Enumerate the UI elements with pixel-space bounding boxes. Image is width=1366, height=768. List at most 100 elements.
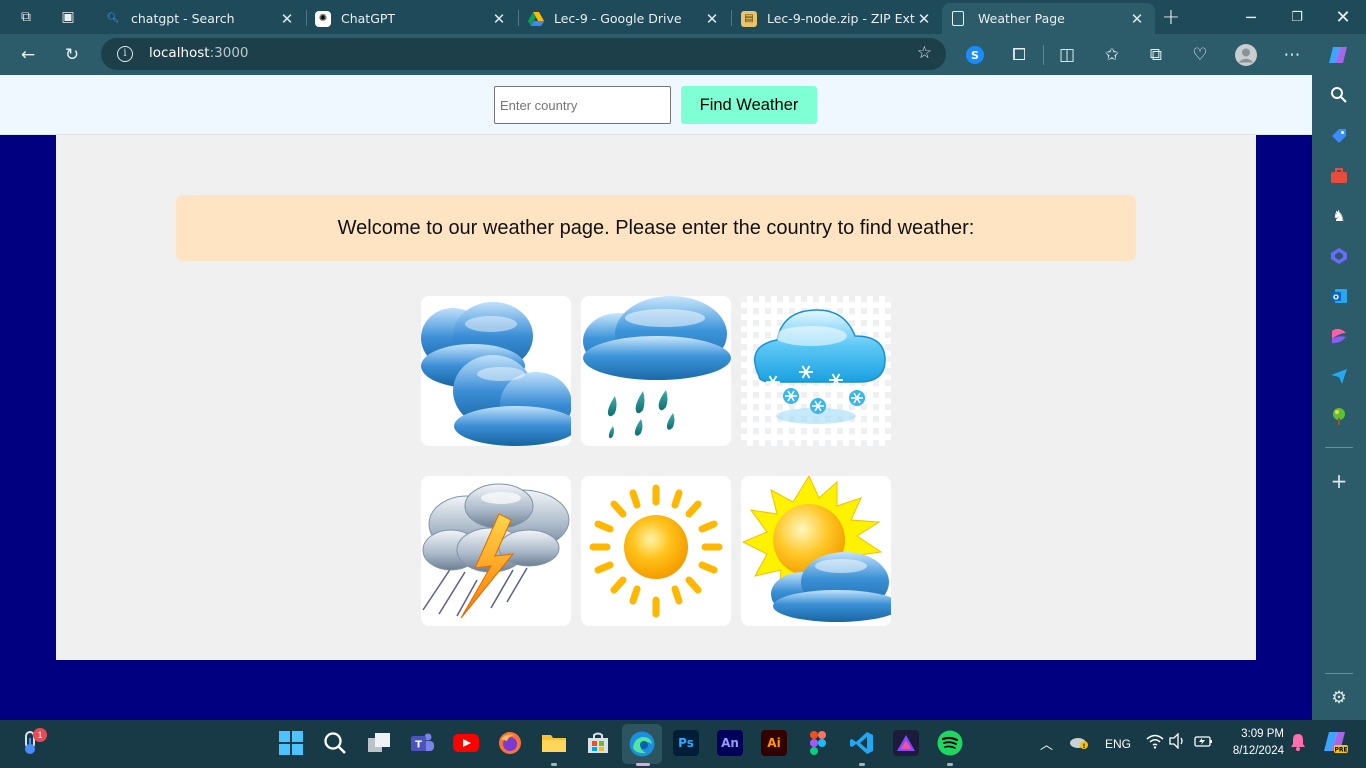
close-icon[interactable]: ✕ [916,10,932,28]
show-hidden-icons-chevron-icon[interactable]: ︿ [1040,734,1053,753]
address-toolbar: ← ↻ i localhost:3000 ☆ S ⧠ ◫ ✩ ⧉ ♡ ⋯ [0,34,1366,75]
cloudy-icon [421,302,571,446]
extensions-icon[interactable]: ⧠ [1007,43,1031,67]
profile-avatar[interactable] [1234,43,1258,67]
tab-chatgpt[interactable]: ✺ ChatGPT ✕ [305,3,517,34]
microsoft-store-icon[interactable] [585,730,611,756]
favorites-icon[interactable]: ✩ [1100,43,1124,67]
shazam-extension-icon[interactable]: S [963,43,987,67]
restore-icon[interactable]: ❐ [1274,0,1320,34]
close-icon[interactable]: ✕ [279,10,295,28]
windows-start-icon[interactable] [278,730,304,756]
toolbar-divider [1043,45,1044,65]
sidebar-settings-gear-icon[interactable]: ⚙ [1329,688,1349,708]
running-indicator [859,763,865,766]
country-input[interactable] [494,86,671,124]
file-explorer-icon[interactable] [541,730,567,756]
clock-time[interactable]: 3:09 PM [1226,728,1284,740]
refresh-icon[interactable]: ↻ [60,43,84,67]
task-view-icon[interactable] [366,730,392,756]
notification-bell-icon[interactable] [1290,733,1306,756]
copilot-icon[interactable] [1326,43,1350,67]
openai-icon: ✺ [315,10,331,27]
microsoft-365-icon[interactable] [1329,246,1349,266]
outlook-icon[interactable]: O [1329,286,1349,306]
running-indicator [947,763,953,766]
weather-notification-badge: 1 [33,728,47,742]
tree-icon[interactable] [1329,406,1349,426]
tools-toolbox-icon[interactable] [1329,166,1349,186]
wifi-icon[interactable] [1146,733,1164,754]
games-chess-icon[interactable]: ♞ [1329,206,1349,226]
tab-actions-icon[interactable]: ▣ [58,7,78,27]
tab-label: Lec-9-node.zip - ZIP Extract [767,11,916,26]
designer-icon[interactable] [1329,326,1349,346]
back-icon[interactable]: ← [16,43,40,67]
weather-tile-thunderstorm [421,476,571,626]
welcome-message: Welcome to our weather page. Please ente… [176,195,1136,261]
svg-text:T: T [415,740,422,751]
address-bar[interactable]: i localhost:3000 ☆ [101,38,946,70]
svg-text:PRE: PRE [1334,747,1347,754]
find-weather-button[interactable]: Find Weather [681,86,817,124]
firefox-icon[interactable] [497,730,523,756]
teams-icon[interactable]: T [409,730,435,756]
tab-zip-extract[interactable]: ▤ Lec-9-node.zip - ZIP Extract ✕ [731,3,942,34]
sidebar-divider [1325,447,1353,448]
close-icon[interactable]: ✕ [704,10,720,28]
split-screen-icon[interactable]: ◫ [1055,43,1079,67]
url-port: :3000 [209,45,249,61]
weather-tile-cloudy [421,296,571,446]
new-tab-icon[interactable]: + [1161,5,1181,30]
window-close-icon[interactable]: ✕ [1320,0,1366,34]
zip-file-icon: ▤ [741,10,757,27]
spotify-icon[interactable] [937,730,963,756]
sidebar-divider [1325,673,1353,674]
tab-google-drive[interactable]: Lec-9 - Google Drive ✕ [518,3,730,34]
thunderstorm-icon [422,483,570,619]
volume-icon[interactable] [1169,732,1187,754]
youtube-icon[interactable] [453,730,479,756]
more-options-icon[interactable]: ⋯ [1280,43,1304,67]
active-indicator [636,763,650,766]
search-icon[interactable] [322,730,348,756]
browser-essentials-icon[interactable]: ♡ [1188,43,1212,67]
search-icon[interactable] [1329,85,1349,105]
send-icon[interactable] [1329,366,1349,386]
workspaces-icon[interactable]: ⧉ [16,7,36,27]
figma-icon[interactable] [805,730,831,756]
rain-icon [583,296,731,439]
vscode-icon[interactable] [849,730,875,756]
onedrive-warning-icon[interactable]: ! [1069,734,1089,755]
favorite-star-icon[interactable]: ☆ [917,43,932,63]
affinity-icon[interactable] [893,730,919,756]
weather-tile-partly-cloudy [741,476,891,626]
url-host: localhost [149,45,210,61]
clock-date[interactable]: 8/12/2024 [1220,745,1284,757]
close-icon[interactable]: ✕ [491,10,507,28]
animate-icon[interactable]: An [717,730,743,756]
tab-label: ChatGPT [341,11,396,26]
close-icon[interactable]: ✕ [1129,10,1145,28]
title-bar: ⧉ ▣ 🔍︎ chatgpt - Search ✕ ✺ ChatGPT ✕ Le… [0,0,1366,34]
language-indicator[interactable]: ENG [1105,737,1131,751]
minimize-icon[interactable]: ─ [1228,0,1274,34]
web-page: Find Weather Welcome to our weather page… [0,75,1312,720]
tab-chatgpt-search[interactable]: 🔍︎ chatgpt - Search ✕ [95,3,305,34]
snow-icon [741,296,891,446]
photoshop-icon[interactable]: Ps [673,730,699,756]
google-drive-icon [528,11,544,27]
svg-text:S: S [971,49,979,62]
svg-text:O: O [1333,294,1339,302]
site-info-icon[interactable]: i [117,46,133,62]
copilot-pre-icon[interactable]: PRE [1322,729,1348,760]
tab-weather-page[interactable]: Weather Page ✕ [942,3,1155,34]
edge-browser-icon[interactable] [622,724,662,764]
url-text[interactable]: localhost:3000 [149,45,249,61]
shopping-tag-icon[interactable] [1329,126,1349,146]
battery-icon[interactable] [1194,733,1214,754]
collections-icon[interactable]: ⧉ [1144,43,1168,67]
illustrator-icon[interactable]: Ai [761,730,787,756]
add-sidebar-app-icon[interactable]: + [1329,469,1349,493]
page-icon [952,11,964,26]
